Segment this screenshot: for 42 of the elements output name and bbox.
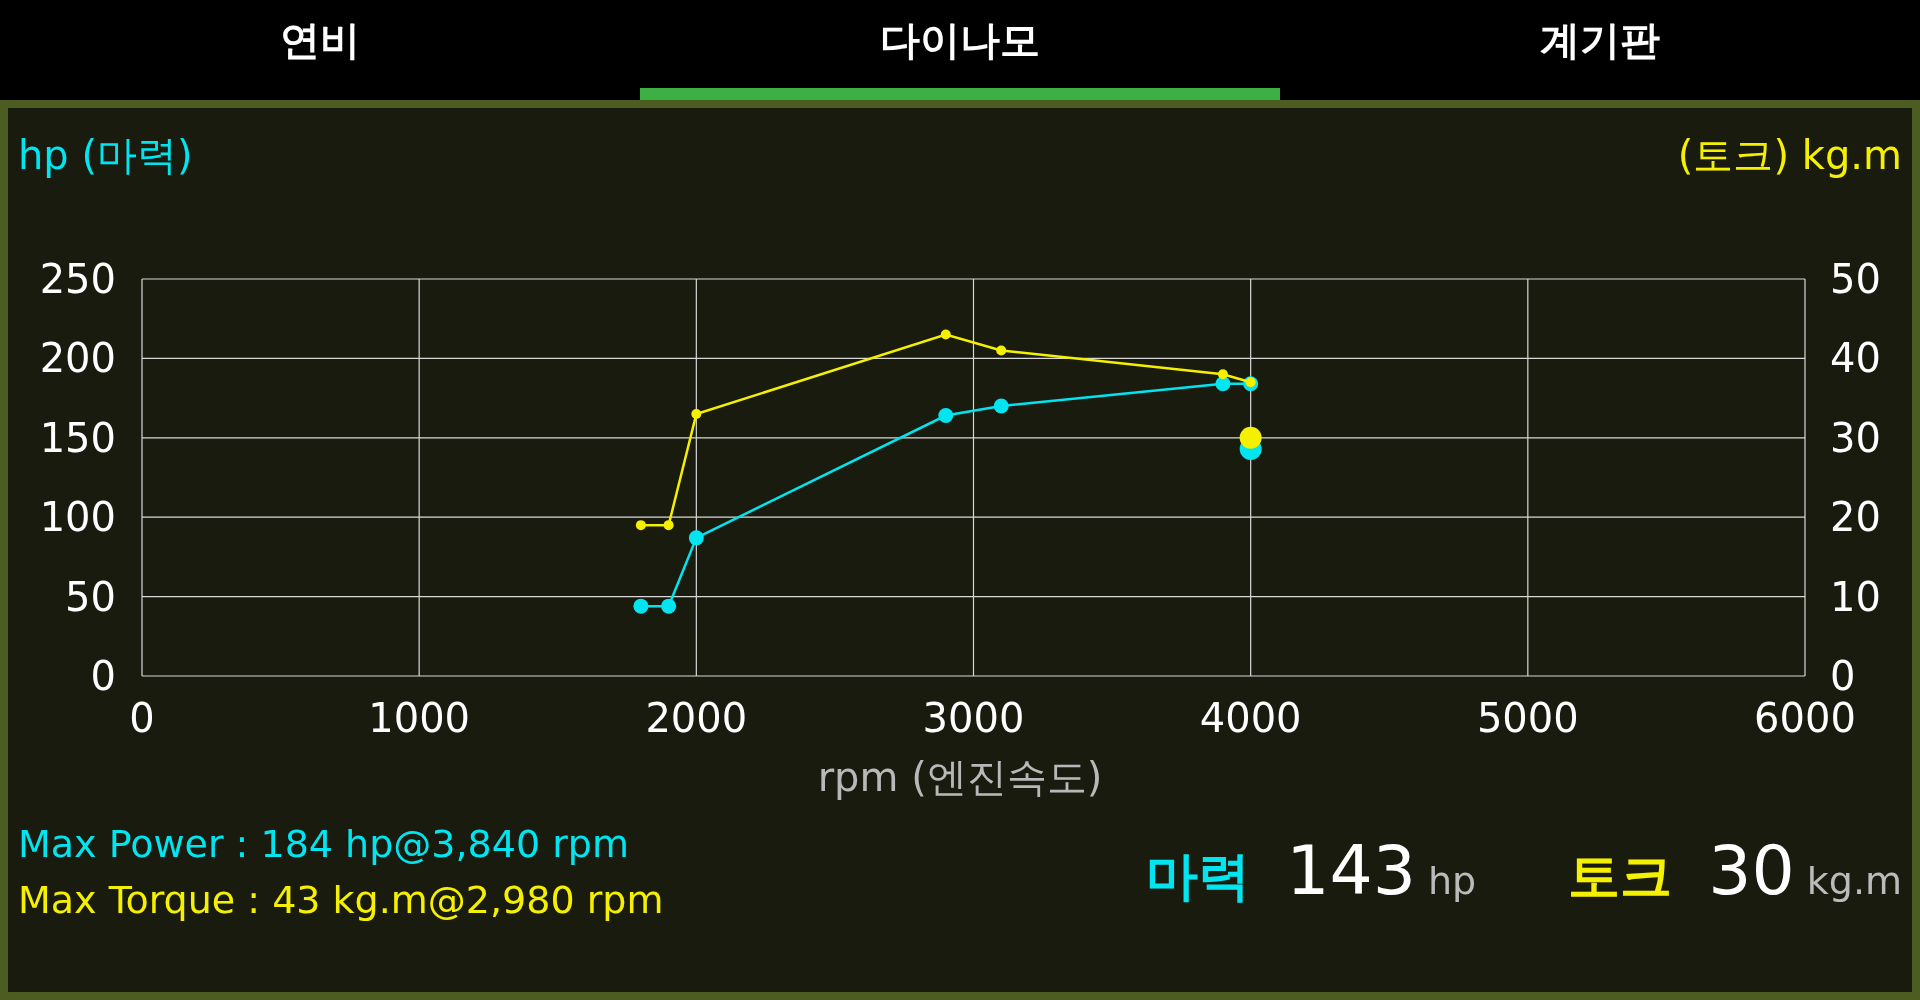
reading-label: 마력 [1146, 845, 1251, 908]
reading-unit: kg.m [1806, 859, 1902, 903]
axis-title: rpm (엔진속도) [817, 754, 1103, 800]
point [938, 408, 954, 424]
tick-label: 50 [65, 573, 116, 620]
point [996, 345, 1007, 356]
tab[interactable]: 계기판 [1280, 0, 1920, 100]
point [633, 598, 649, 614]
tick-label: 200 [39, 335, 116, 382]
point [1217, 369, 1228, 380]
point [940, 329, 951, 340]
axis-title: (토크) kg.m [1677, 131, 1902, 180]
tick-label: 2000 [645, 695, 748, 741]
point [688, 530, 704, 546]
tick-label: 20 [1830, 494, 1881, 541]
tab[interactable]: 연비 [0, 0, 640, 100]
max-value-text: Max Torque : 43 kg.m@2,980 rpm [18, 878, 664, 922]
point [691, 408, 702, 419]
tick-label: 10 [1830, 573, 1881, 620]
reading-value: 30 [1708, 831, 1795, 910]
tick-label: 150 [39, 414, 116, 461]
tick-label: 40 [1830, 335, 1881, 382]
tick-label: 3000 [922, 695, 1025, 741]
point [635, 520, 646, 531]
tick-label: 4000 [1199, 695, 1302, 741]
axis-title: hp (마력) [18, 131, 193, 180]
tick-label: 250 [39, 256, 116, 302]
point [663, 520, 674, 531]
tick-label: 50 [1830, 256, 1881, 302]
tick-label: 1000 [368, 695, 471, 741]
reading-value: 143 [1286, 831, 1416, 910]
tab[interactable]: 다이나모 [640, 0, 1280, 100]
tick-label: 0 [129, 695, 155, 741]
reading-label: 토크 [1568, 845, 1673, 908]
tick-label: 100 [39, 494, 116, 541]
reading-unit: hp [1428, 859, 1477, 903]
max-value-text: Max Power : 184 hp@3,840 rpm [18, 822, 630, 866]
tick-label: 30 [1830, 414, 1881, 461]
point [993, 398, 1009, 414]
tick-label: 5000 [1476, 695, 1579, 741]
tick-label: 0 [90, 653, 116, 699]
point [661, 598, 677, 614]
